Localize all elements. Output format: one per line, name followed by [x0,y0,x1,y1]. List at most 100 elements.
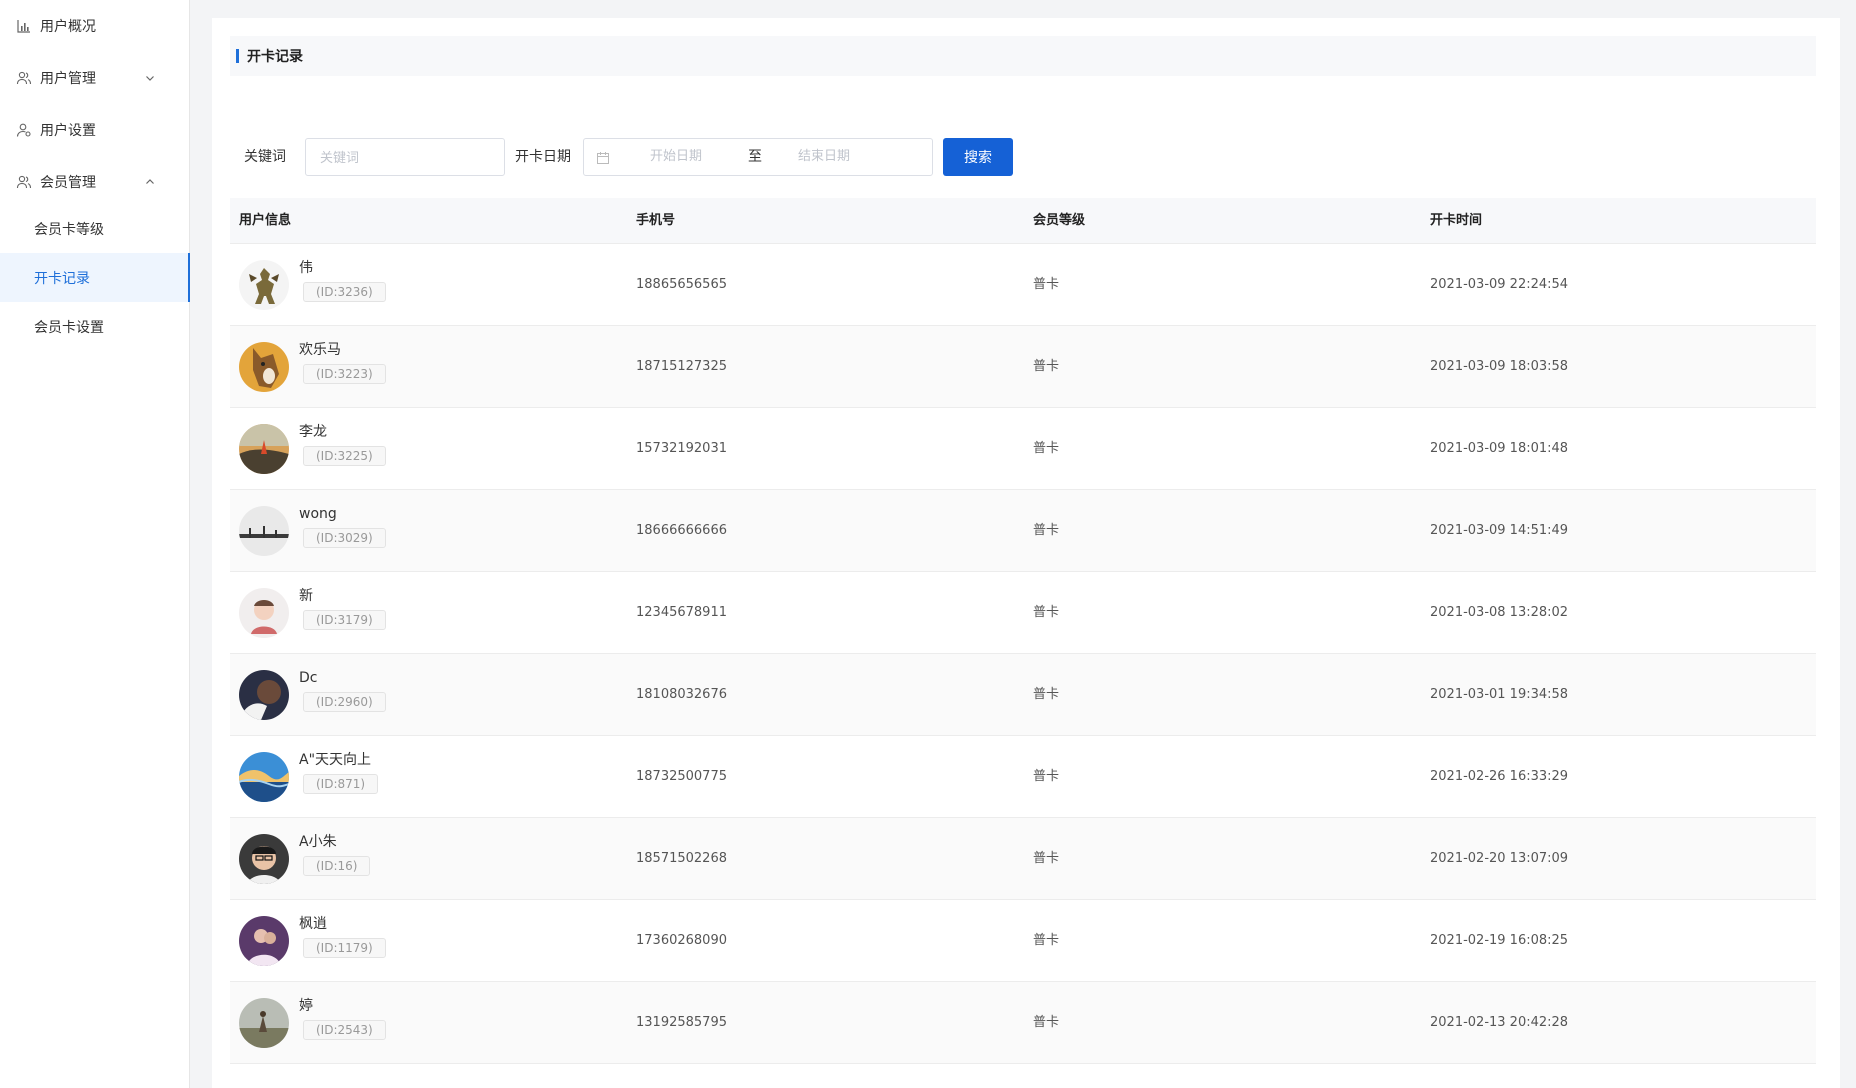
column-header-phone: 手机号 [636,213,676,228]
table-row: 新 (ID:3179) 12345678911 普卡 2021-03-08 13… [230,572,1816,654]
sidebar-item-label: 用户管理 [40,71,96,87]
phone-cell: 18571502268 [636,851,727,866]
time-cell: 2021-03-09 14:51:49 [1430,523,1569,538]
sidebar-subitem-card-settings[interactable]: 会员卡设置 [0,302,190,351]
table-row: 李龙 (ID:3225) 15732192031 普卡 2021-03-09 1… [230,408,1816,490]
time-cell: 2021-02-26 16:33:29 [1430,769,1569,784]
avatar [239,588,289,638]
filter-bar: 关键词 开卡日期 开始日期 至 结束日期 搜索 [230,138,1230,176]
sidebar-item-member-management[interactable]: 会员管理 [0,156,190,208]
level-cell: 普卡 [1033,277,1060,292]
table-row: wong (ID:3029) 18666666666 普卡 2021-03-09… [230,490,1816,572]
sidebar-item-user-overview[interactable]: 用户概况 [0,0,190,52]
level-cell: 普卡 [1033,933,1060,948]
sidebar-item-user-management[interactable]: 用户管理 [0,52,190,104]
records-table: 用户信息 手机号 会员等级 开卡时间 伟 (ID:3236) 188656565… [230,198,1816,1064]
table-row: 婷 (ID:2543) 13192585795 普卡 2021-02-13 20… [230,982,1816,1064]
user-id-badge: (ID:3179) [303,610,386,630]
date-label: 开卡日期 [515,149,571,165]
phone-cell: 18732500775 [636,769,727,784]
avatar [239,424,289,474]
time-cell: 2021-02-19 16:08:25 [1430,933,1569,948]
user-id-badge: (ID:3225) [303,446,386,466]
keyword-input[interactable] [305,138,505,176]
user-name: 欢乐马 [299,342,341,358]
user-name: 婷 [299,998,313,1014]
user-name: A小朱 [299,834,337,850]
user-name: wong [299,506,337,522]
table-row: A"天天向上 (ID:871) 18732500775 普卡 2021-02-2… [230,736,1816,818]
user-name: 伟 [299,260,313,276]
table-body: 伟 (ID:3236) 18865656565 普卡 2021-03-09 22… [230,244,1816,1064]
phone-cell: 18715127325 [636,359,727,374]
level-cell: 普卡 [1033,1015,1060,1030]
level-cell: 普卡 [1033,441,1060,456]
level-cell: 普卡 [1033,851,1060,866]
user-id-badge: (ID:3029) [303,528,386,548]
sidebar-item-label: 会员管理 [40,175,96,191]
time-cell: 2021-03-09 22:24:54 [1430,277,1569,292]
sidebar-subitem-label: 开卡记录 [34,270,90,287]
avatar [239,834,289,884]
phone-cell: 18666666666 [636,523,727,538]
card-header: 开卡记录 [230,36,1816,76]
level-cell: 普卡 [1033,687,1060,702]
table-row: A小朱 (ID:16) 18571502268 普卡 2021-02-20 13… [230,818,1816,900]
level-cell: 普卡 [1033,605,1060,620]
sidebar-item-user-settings[interactable]: 用户设置 [0,104,190,156]
phone-cell: 12345678911 [636,605,727,620]
time-cell: 2021-03-09 18:01:48 [1430,441,1569,456]
keyword-label: 关键词 [244,149,286,165]
sidebar-subitem-card-records[interactable]: 开卡记录 [0,253,190,302]
avatar [239,342,289,392]
table-row: Dc (ID:2960) 18108032676 普卡 2021-03-01 1… [230,654,1816,736]
bar-chart-icon [14,16,34,36]
search-button[interactable]: 搜索 [943,138,1013,176]
column-header-level: 会员等级 [1033,213,1086,228]
phone-cell: 17360268090 [636,933,727,948]
user-id-badge: (ID:1179) [303,938,386,958]
avatar [239,260,289,310]
time-cell: 2021-03-01 19:34:58 [1430,687,1569,702]
time-cell: 2021-02-20 13:07:09 [1430,851,1569,866]
page-title: 开卡记录 [247,49,303,65]
main-card: 开卡记录 关键词 开卡日期 开始日期 至 结束日期 搜索 用户信息 手机号 会员… [212,18,1840,1088]
table-row: 欢乐马 (ID:3223) 18715127325 普卡 2021-03-09 … [230,326,1816,408]
avatar [239,916,289,966]
time-cell: 2021-03-08 13:28:02 [1430,605,1569,620]
user-settings-icon [14,120,34,140]
time-cell: 2021-03-09 18:03:58 [1430,359,1569,374]
avatar [239,752,289,802]
user-id-badge: (ID:871) [303,774,379,794]
user-name: Dc [299,670,318,686]
avatar [239,670,289,720]
avatar [239,506,289,556]
date-range-picker[interactable]: 开始日期 至 结束日期 [583,138,933,176]
member-icon [14,172,34,192]
user-id-badge: (ID:16) [303,856,371,876]
start-date-input[interactable]: 开始日期 [650,139,702,175]
level-cell: 普卡 [1033,523,1060,538]
sidebar-subitem-card-levels[interactable]: 会员卡等级 [0,204,190,253]
table-row: 伟 (ID:3236) 18865656565 普卡 2021-03-09 22… [230,244,1816,326]
sidebar-subitem-label: 会员卡等级 [34,221,104,238]
avatar [239,998,289,1048]
phone-cell: 18865656565 [636,277,727,292]
user-name: 枫逍 [299,916,327,932]
app-root: 用户概况 用户管理 用户设置 会员管理 会员卡等级 开卡记录 会员卡设置 开卡记… [0,0,1856,1088]
level-cell: 普卡 [1033,359,1060,374]
sidebar-item-label: 用户概况 [40,19,96,35]
end-date-input[interactable]: 结束日期 [798,139,850,175]
phone-cell: 18108032676 [636,687,727,702]
phone-cell: 13192585795 [636,1015,727,1030]
calendar-icon [596,150,610,164]
phone-cell: 15732192031 [636,441,727,456]
sidebar-subitem-label: 会员卡设置 [34,319,104,336]
table-row: 枫逍 (ID:1179) 17360268090 普卡 2021-02-19 1… [230,900,1816,982]
table-header: 用户信息 手机号 会员等级 开卡时间 [230,198,1816,244]
user-name: A"天天向上 [299,752,372,768]
user-name: 李龙 [299,424,327,440]
user-id-badge: (ID:3223) [303,364,386,384]
user-id-badge: (ID:2543) [303,1020,386,1040]
user-id-badge: (ID:3236) [303,282,386,302]
